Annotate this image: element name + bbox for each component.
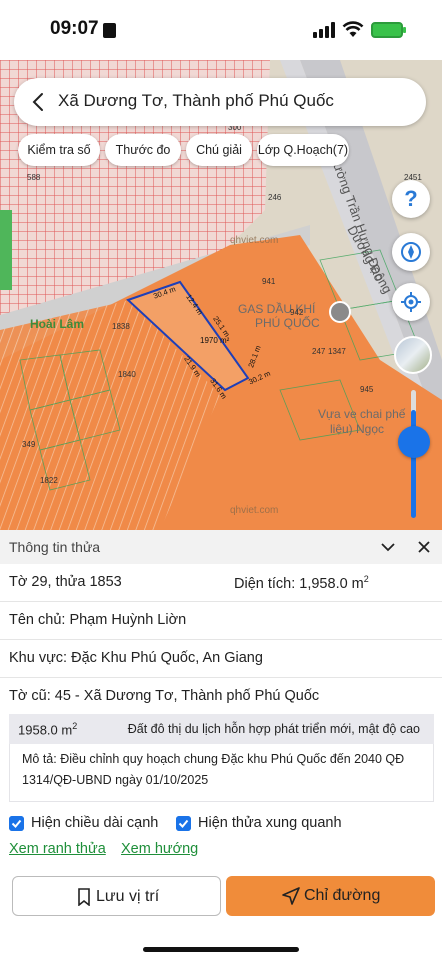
zone-area-text: 1958.0 m: [18, 722, 73, 738]
parcel-number: 1838: [112, 322, 130, 331]
view-direction-link[interactable]: Xem hướng: [121, 841, 198, 857]
directions-button[interactable]: Chỉ đường: [226, 876, 435, 916]
checkbox-label: Hiện thửa xung quanh: [198, 815, 342, 831]
shop-label-2: liệu) Ngọc: [330, 422, 385, 436]
owner-row: Tên chủ: Phạm Huỳnh Liờn: [0, 602, 442, 640]
parcel-number: 1822: [40, 476, 58, 485]
save-location-label: Lưu vị trí: [96, 888, 160, 905]
watermark: qhviet.com: [230, 235, 279, 246]
checkbox-label: Hiện chiều dài cạnh: [31, 815, 159, 831]
chip-measure[interactable]: Thước đo: [105, 134, 181, 166]
parcel-number: 588: [27, 173, 41, 182]
parcel-number: 941: [262, 277, 276, 286]
old-sheet-row: Tờ cũ: 45 - Xã Dương Tơ, Thành phố Phú Q…: [0, 678, 442, 716]
parcel-number: 942: [290, 308, 304, 317]
area-unit-sup: 2: [363, 574, 369, 584]
chip-planning-layer[interactable]: Lớp Q.Hoạch(7): [257, 134, 349, 166]
signal-icon: [313, 22, 335, 38]
clock: 09:07: [50, 18, 99, 39]
planning-description: Mô tả: Điều chỉnh quy hoạch chung Đặc kh…: [9, 744, 434, 802]
area-value: Diện tích: 1,958.0 m2: [234, 574, 369, 592]
parcel-row: Tờ 29, thửa 1853 Diện tích: 1,958.0 m2: [0, 564, 442, 602]
checkbox-checked-icon[interactable]: [9, 816, 24, 831]
view-boundary-link[interactable]: Xem ranh thửa: [9, 841, 106, 857]
bookmark-icon: [78, 888, 90, 906]
send-arrow-icon: [282, 887, 300, 905]
chevron-down-icon[interactable]: [380, 540, 396, 554]
satellite-thumbnail[interactable]: [394, 336, 432, 374]
area-text: Diện tích: 1,958.0 m: [234, 575, 364, 592]
old-sheet: Tờ cũ: 45 - Xã Dương Tơ, Thành phố Phú Q…: [9, 688, 320, 704]
shop-label: Vựa ve chai phế: [318, 407, 406, 421]
zoning-row: 1958.0 m2 Đất đô thị du lịch hỗn hợp phá…: [9, 714, 434, 744]
back-arrow-icon[interactable]: [28, 90, 50, 114]
parcel-info-panel: Thông tin thửa Tờ 29, thửa 1853 Diện tíc…: [0, 530, 442, 960]
question-icon: ?: [404, 186, 418, 211]
gas-station-label-2: PHÚ QUỐC: [255, 316, 320, 330]
parcel-number: 246: [268, 193, 282, 202]
parcel-number: 1347: [328, 347, 346, 356]
map-canvas[interactable]: [0, 60, 442, 530]
parcel-number: 349: [22, 440, 36, 449]
help-button[interactable]: ?: [392, 180, 430, 218]
compass-icon: [401, 242, 421, 262]
compass-button[interactable]: [392, 233, 430, 271]
home-indicator: [143, 947, 299, 952]
zone-area: 1958.0 m2: [18, 721, 77, 737]
search-bar[interactable]: Xã Dương Tơ, Thành phố Phú Quốc: [14, 78, 426, 126]
region-row: Khu vực: Đặc Khu Phú Quốc, An Giang: [0, 640, 442, 678]
id-card-icon: [103, 23, 116, 38]
save-location-button[interactable]: Lưu vị trí: [12, 876, 221, 916]
panel-title: Thông tin thửa: [9, 539, 101, 555]
parcel-id: Tờ 29, thửa 1853: [9, 574, 122, 590]
battery-icon: [371, 22, 406, 38]
directions-label: Chỉ đường: [304, 887, 381, 904]
watermark-2: qhviet.com: [230, 505, 279, 516]
status-bar: 09:07: [0, 0, 442, 60]
wifi-icon: [342, 21, 364, 37]
zone-type: Đất đô thị du lịch hỗn hợp phát triển mớ…: [127, 722, 420, 736]
chip-check-number[interactable]: Kiểm tra số: [18, 134, 100, 166]
parcel-number: 247: [312, 347, 326, 356]
region: Khu vực: Đặc Khu Phú Quốc, An Giang: [9, 650, 263, 666]
my-location-button[interactable]: [392, 283, 430, 321]
panel-header: Thông tin thửa: [0, 530, 442, 564]
chip-legend[interactable]: Chú giải: [186, 134, 252, 166]
parcel-number: 1840: [118, 370, 136, 379]
opacity-slider-knob[interactable]: [398, 426, 430, 458]
place-label: Hoài Lâm: [30, 317, 85, 331]
map-view[interactable]: Đường Trần Hưng Đạo Dương Đông GAS DẦU K…: [0, 60, 442, 530]
location-title: Xã Dương Tơ, Thành phố Phú Quốc: [58, 91, 334, 110]
close-icon[interactable]: [417, 540, 431, 554]
zone-area-sup: 2: [72, 721, 78, 731]
owner-name: Tên chủ: Phạm Huỳnh Liờn: [9, 612, 187, 628]
crosshair-icon: [401, 292, 421, 312]
gas-station-label: GAS DẦU KHÍ: [238, 302, 316, 316]
parcel-number: 945: [360, 385, 374, 394]
checkbox-checked-icon[interactable]: [176, 816, 191, 831]
